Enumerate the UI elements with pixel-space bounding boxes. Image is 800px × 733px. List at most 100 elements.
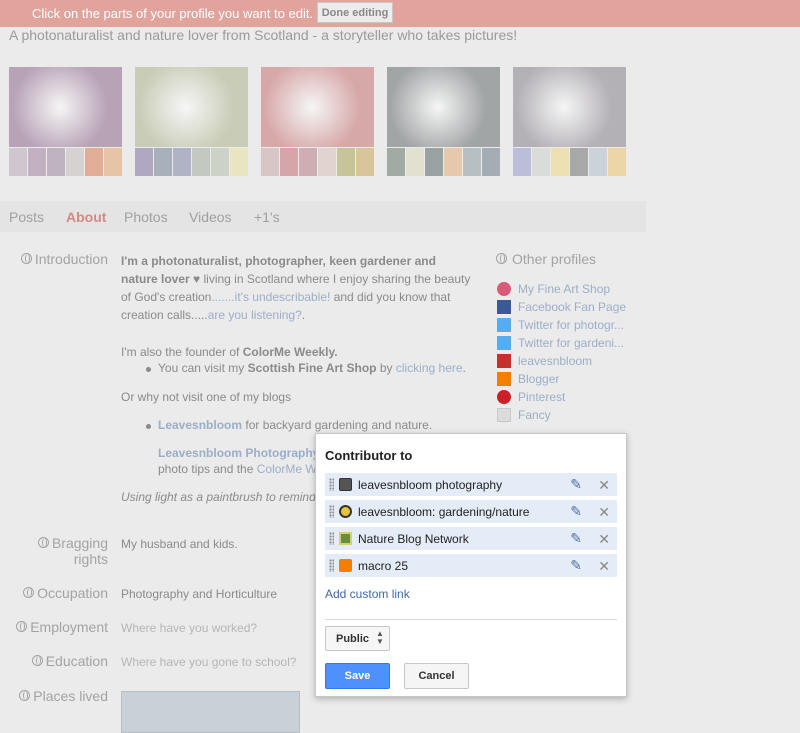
contributor-dialog: Contributor to leavesnbloom photography … [315, 433, 627, 697]
close-icon[interactable]: ✕ [598, 477, 610, 494]
twitter-icon [497, 336, 511, 350]
color-swatch [299, 148, 317, 176]
color-swatch [135, 148, 153, 176]
occupation-label: Occupation [23, 585, 108, 601]
globe-icon [496, 253, 507, 264]
introduction-label: Introduction [20, 251, 108, 267]
tab-about[interactable]: About [66, 209, 106, 225]
contributor-row[interactable]: macro 25 ✎ ✕ [325, 554, 617, 577]
photo-image [135, 67, 248, 147]
gallery-photo[interactable] [135, 67, 248, 176]
contributor-row[interactable]: leavesnbloom: gardening/nature ✎ ✕ [325, 500, 617, 523]
visibility-select[interactable]: Public ▲ ▼ [325, 626, 390, 651]
color-swatch [261, 148, 279, 176]
blogger-icon [339, 559, 352, 572]
color-swatch [444, 148, 462, 176]
gallery-photo[interactable] [387, 67, 500, 176]
employment-label: Employment [16, 619, 108, 635]
tab-posts[interactable]: Posts [9, 209, 44, 225]
color-swatch [463, 148, 481, 176]
drag-handle-icon[interactable] [329, 559, 334, 572]
color-swatch [47, 148, 65, 176]
edit-pencil-icon[interactable]: ✎ [570, 557, 582, 574]
color-palette [513, 148, 626, 176]
places-lived-label: Places lived [19, 688, 108, 704]
other-profile-link[interactable]: Blogger [497, 372, 559, 386]
bragging-rights-value[interactable]: My husband and kids. [121, 537, 238, 551]
profile-tagline[interactable]: A photonaturalist and nature lover from … [9, 27, 517, 43]
list-item: You can visit my Scottish Fine Art Shop … [146, 361, 466, 375]
color-swatch [482, 148, 500, 176]
cancel-button[interactable]: Cancel [404, 663, 469, 689]
color-swatch [230, 148, 248, 176]
colorme-weekly-link[interactable]: ColorMe Weekly. [243, 345, 338, 359]
contributor-row[interactable]: leavesnbloom photography ✎ ✕ [325, 473, 617, 496]
leavesnbloom-link[interactable]: Leavesnbloom [158, 418, 242, 432]
close-icon[interactable]: ✕ [598, 504, 610, 521]
blogs-intro-text: Or why not visit one of my blogs [121, 390, 292, 404]
other-profile-link[interactable]: leavesnbloom [497, 354, 592, 368]
colorme-link[interactable]: ColorMe We [257, 462, 316, 476]
photo-image [387, 67, 500, 147]
listening-link[interactable]: are you listening? [208, 308, 302, 322]
introduction-text[interactable]: I'm a photonaturalist, photographer, kee… [121, 252, 471, 361]
photo-image [261, 67, 374, 147]
color-swatch [532, 148, 550, 176]
drag-handle-icon[interactable] [329, 532, 334, 545]
globe-icon [37, 537, 49, 548]
photo-image [9, 67, 122, 147]
close-icon[interactable]: ✕ [598, 558, 610, 575]
divider [325, 619, 617, 620]
bee-icon [339, 505, 352, 518]
education-value[interactable]: Where have you gone to school? [121, 655, 296, 669]
color-swatch [551, 148, 569, 176]
camera-icon [339, 478, 352, 491]
add-custom-link[interactable]: Add custom link [325, 587, 410, 601]
employment-value[interactable]: Where have you worked? [121, 621, 257, 635]
color-swatch [589, 148, 607, 176]
edit-pencil-icon[interactable]: ✎ [570, 503, 582, 520]
edit-mode-message: Click on the parts of your profile you w… [32, 6, 314, 21]
leavesnbloom-photography-link[interactable]: Leavesnbloom Photography [158, 446, 318, 460]
color-swatch [570, 148, 588, 176]
color-swatch [356, 148, 374, 176]
other-profile-link[interactable]: Pinterest [497, 390, 565, 404]
other-profiles-heading: Other profiles [496, 251, 596, 267]
color-swatch [28, 148, 46, 176]
color-swatch [280, 148, 298, 176]
occupation-value[interactable]: Photography and Horticulture [121, 587, 277, 601]
other-profile-link[interactable]: Twitter for gardeni... [497, 336, 624, 350]
other-profile-link[interactable]: Facebook Fan Page [497, 300, 626, 314]
color-palette [9, 148, 122, 176]
chevron-up-down-icon: ▲ ▼ [376, 629, 384, 646]
other-profile-link[interactable]: Twitter for photogr... [497, 318, 624, 332]
photo-image [513, 67, 626, 147]
tab-photos[interactable]: Photos [124, 209, 168, 225]
other-profile-link[interactable]: Fancy [497, 408, 551, 422]
edit-pencil-icon[interactable]: ✎ [570, 530, 582, 547]
tab-videos[interactable]: Videos [189, 209, 232, 225]
color-palette [135, 148, 248, 176]
contributor-row[interactable]: Nature Blog Network ✎ ✕ [325, 527, 617, 550]
undescribable-link[interactable]: .......it's undescribable! [211, 290, 330, 304]
nature-network-icon [339, 532, 352, 545]
fine-art-shop-link[interactable]: clicking here [396, 361, 463, 375]
color-swatch [387, 148, 405, 176]
tab-plus-ones[interactable]: +1's [254, 209, 280, 225]
done-editing-button[interactable]: Done editing [317, 2, 393, 23]
drag-handle-icon[interactable] [329, 478, 334, 491]
color-swatch [104, 148, 122, 176]
edit-pencil-icon[interactable]: ✎ [570, 476, 582, 493]
photo-tips-text: photo tips and the ColorMe We [158, 462, 316, 476]
gallery-photo[interactable] [9, 67, 122, 176]
other-profile-link[interactable]: My Fine Art Shop [497, 282, 610, 296]
gallery-photo[interactable] [513, 67, 626, 176]
places-map[interactable] [121, 691, 300, 733]
color-swatch [211, 148, 229, 176]
color-swatch [406, 148, 424, 176]
gallery-photo[interactable] [261, 67, 374, 176]
drag-handle-icon[interactable] [329, 505, 334, 518]
close-icon[interactable]: ✕ [598, 531, 610, 548]
twitter-icon [497, 318, 511, 332]
save-button[interactable]: Save [325, 663, 390, 689]
